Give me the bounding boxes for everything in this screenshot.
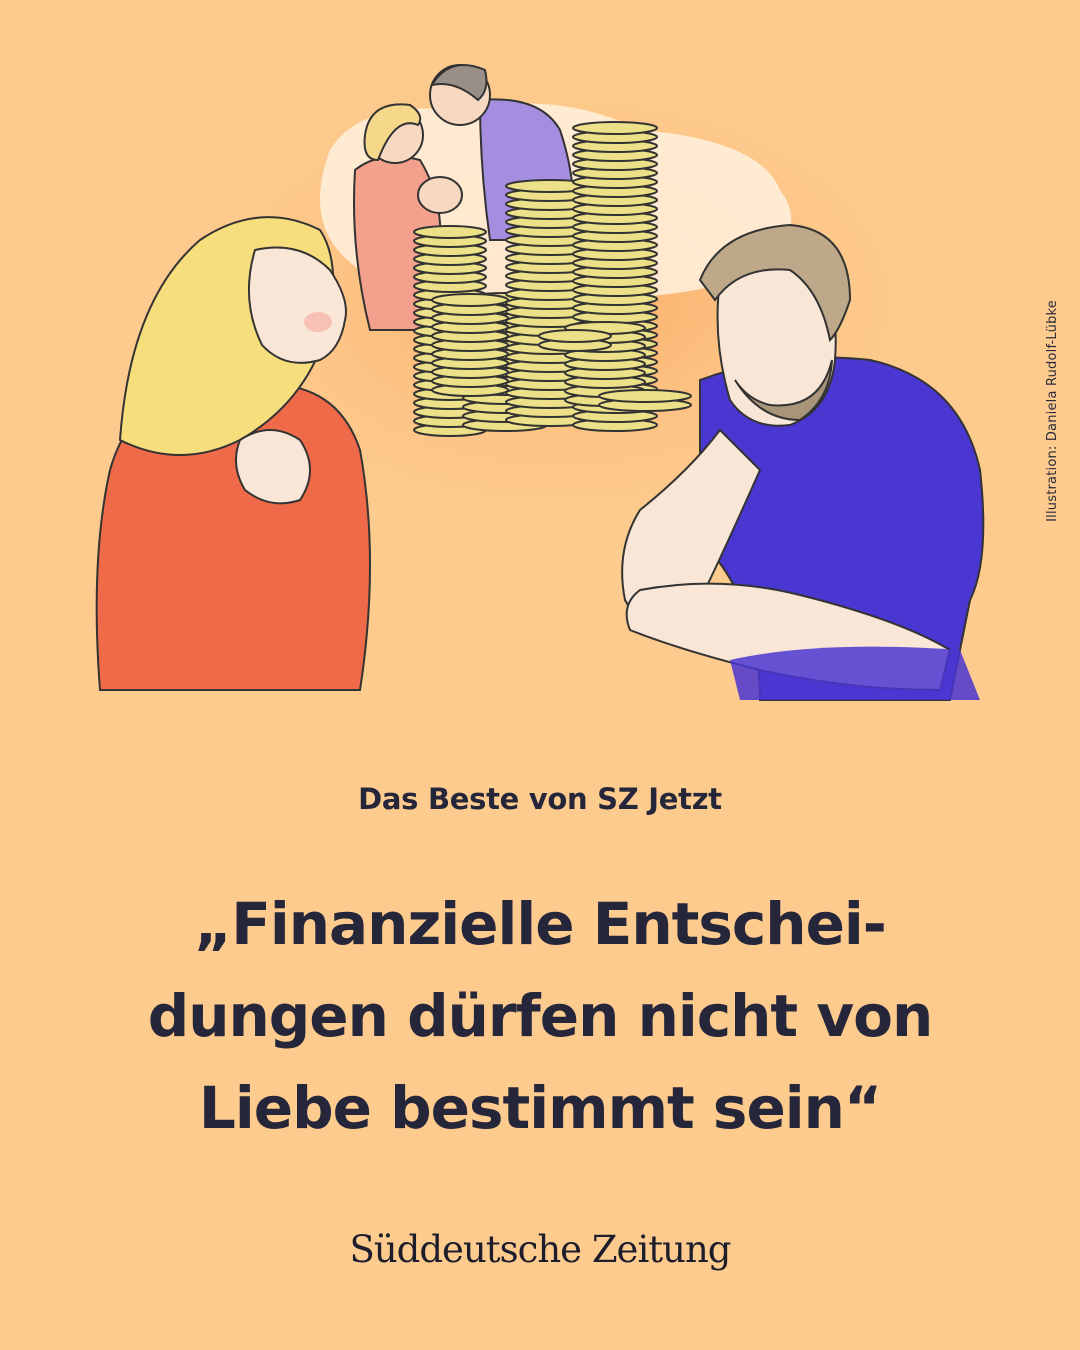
- coin: [431, 293, 509, 307]
- headline-line-1: „Finanzielle Entschei-: [194, 890, 887, 958]
- sz-logo: Süddeutsche Zeitung: [349, 1228, 732, 1271]
- illustration: [95, 40, 990, 701]
- coin: [598, 389, 692, 403]
- illustration-credit: Illustration: Daniela Rudolf-Lübke: [1045, 300, 1060, 522]
- headline-line-3: Liebe bestimmt sein“: [198, 1074, 882, 1142]
- headline-line-2: dungen dürfen nicht von: [147, 982, 934, 1050]
- kicker: Das Beste von SZ Jetzt: [358, 782, 722, 816]
- coin: [413, 225, 487, 239]
- coin: [572, 121, 658, 135]
- headline: „Finanzielle Entschei- dungen dürfen nic…: [60, 878, 1020, 1154]
- coin: [538, 329, 612, 343]
